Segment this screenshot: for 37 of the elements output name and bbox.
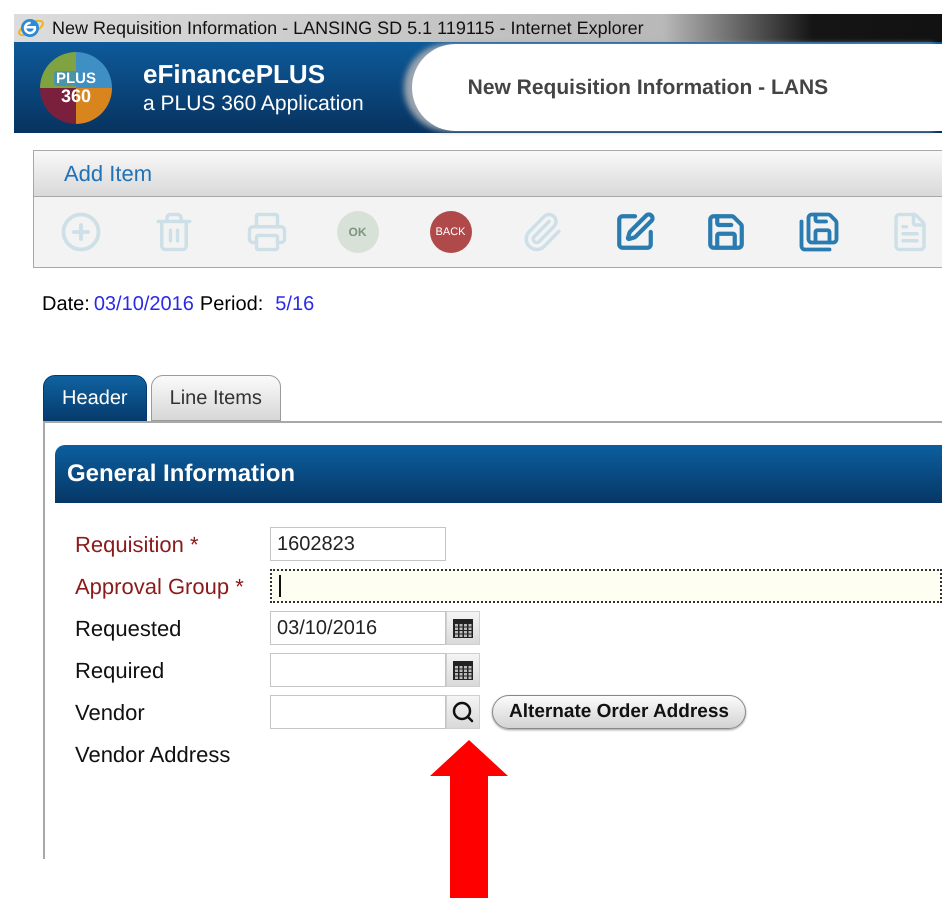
toolbar-title: Add Item <box>64 160 152 188</box>
toolbar-button[interactable]: BACK <box>404 202 497 262</box>
field-label: Vendor <box>75 698 146 726</box>
app-tagline: a PLUS 360 Application <box>143 90 364 117</box>
input-field[interactable]: 1602823 <box>270 527 446 561</box>
printer-icon <box>246 211 288 253</box>
calendar-button[interactable] <box>446 653 480 687</box>
ok-icon: OK <box>336 211 378 253</box>
field-label: Approval Group * <box>75 572 245 601</box>
input-field[interactable]: 03/10/2016 <box>270 611 446 645</box>
calendar-icon <box>451 616 475 640</box>
window-title: New Requisition Information - LANSING SD 5.1 119115 - Internet Explorer <box>52 16 644 40</box>
search-button[interactable] <box>446 695 480 729</box>
field-label: Requisition * <box>75 530 200 559</box>
alternate-address-button[interactable]: Alternate Order Address <box>492 695 746 729</box>
text-cursor <box>279 575 281 597</box>
field-label: Required <box>75 656 166 685</box>
logo-number: 360 <box>60 86 92 104</box>
date-label: Date: <box>42 292 90 317</box>
search-icon <box>451 700 475 724</box>
field-label: Requested <box>75 614 182 643</box>
logo-text: PLUS <box>54 70 98 86</box>
date-value: 03/10/2016 <box>94 292 194 317</box>
period-label: Period: <box>200 292 264 317</box>
field-label: Vendor Address <box>75 740 232 768</box>
period-value: 5/16 <box>275 292 314 317</box>
tab[interactable]: Line Items <box>150 375 281 421</box>
calendar-icon <box>451 658 475 682</box>
tab[interactable]: Header <box>43 375 147 421</box>
back-icon: BACK <box>430 211 472 253</box>
section-title: General Information <box>67 459 296 489</box>
page-title: New Requisition Information - LANS <box>468 74 828 101</box>
input-field[interactable] <box>270 569 942 603</box>
save-return-icon <box>798 211 840 253</box>
add-icon <box>60 211 102 253</box>
calendar-button[interactable] <box>446 611 480 645</box>
app-name: eFinancePLUS <box>143 58 326 91</box>
